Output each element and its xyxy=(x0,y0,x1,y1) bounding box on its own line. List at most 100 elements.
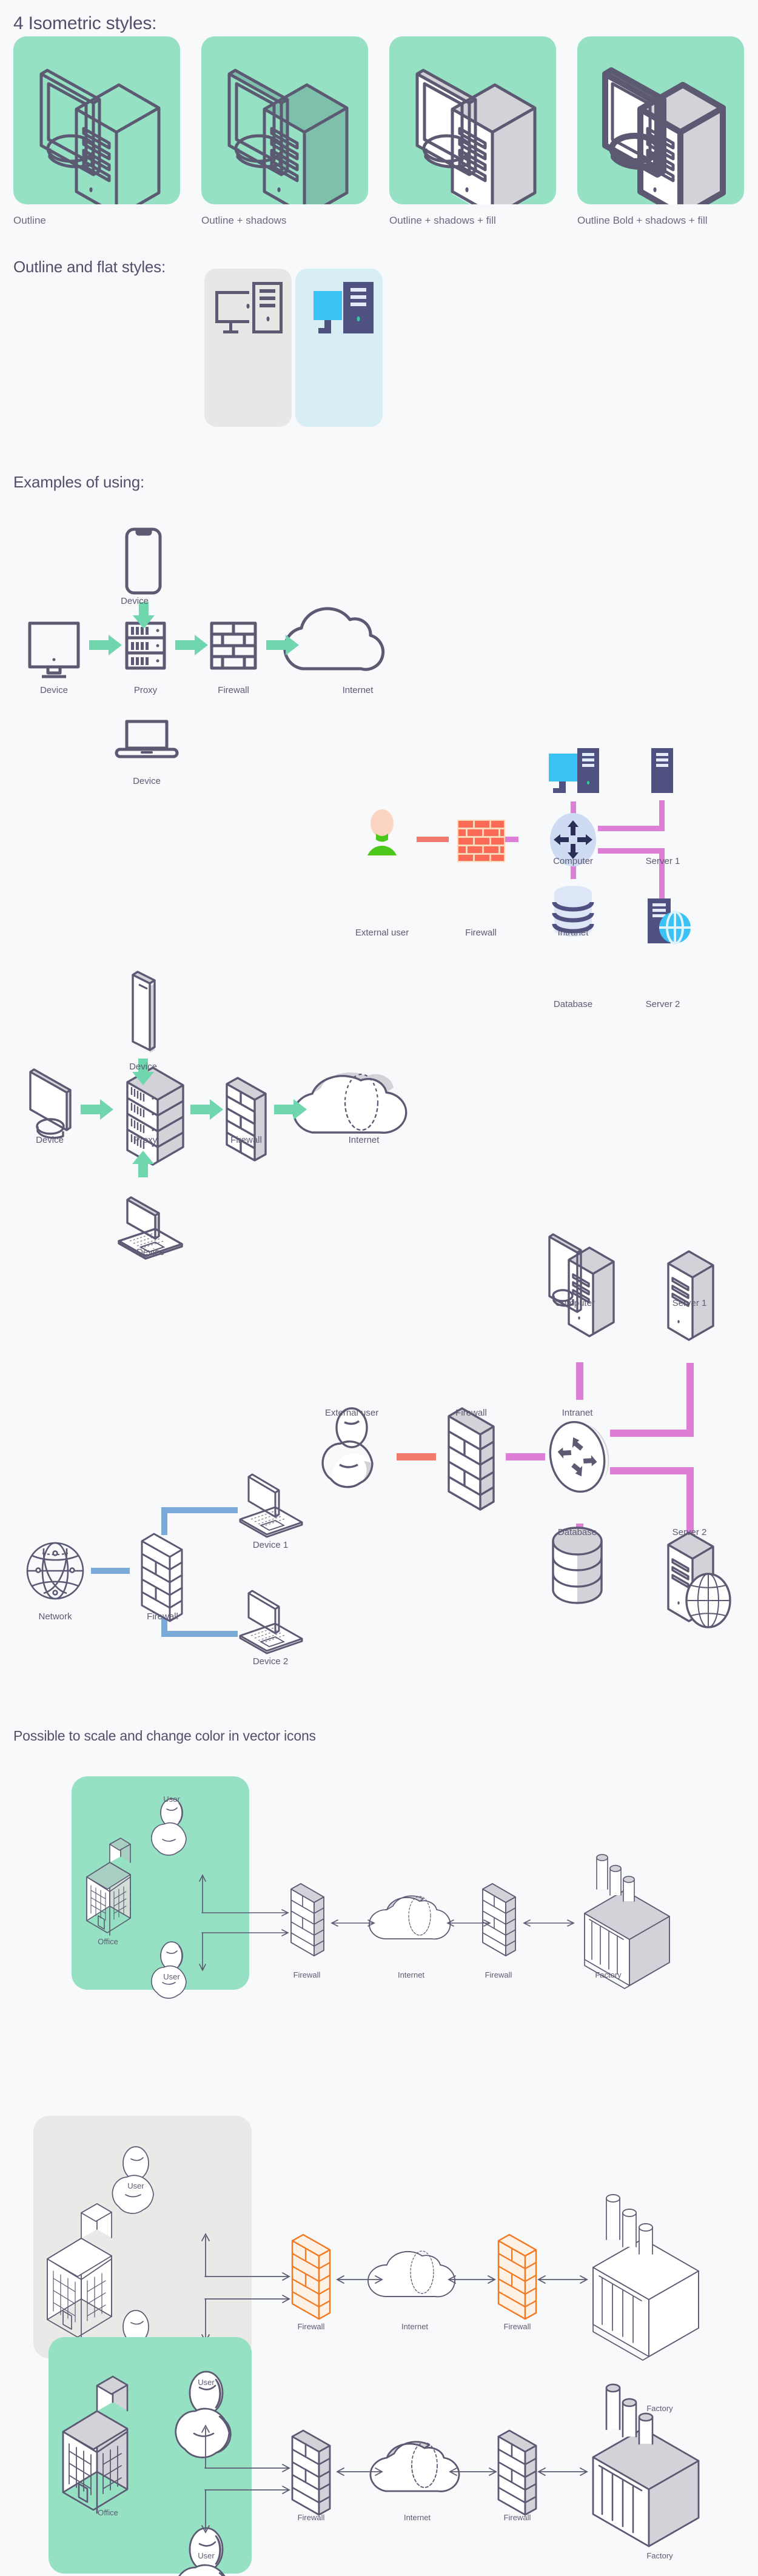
label-iso-device-monitor: Device xyxy=(36,1135,64,1145)
flat-computer-color-icon xyxy=(314,282,374,333)
link-network-firewall xyxy=(91,1568,130,1574)
label-flat-proxy: Proxy xyxy=(133,685,158,695)
iso-firewall-2-icon xyxy=(497,2429,537,2516)
power-led-icon xyxy=(89,187,93,192)
iso-cloud-icon xyxy=(293,1072,408,1134)
iso-firewall-1-icon xyxy=(291,2429,331,2516)
label-flat-firewall-2: Firewall xyxy=(465,928,497,938)
label-flat-database: Database xyxy=(553,999,593,1009)
diagram-flat-intranet xyxy=(340,746,758,1000)
label-scale3-firewall-1: Firewall xyxy=(297,2513,325,2522)
label-iso-database: Database xyxy=(557,1527,597,1537)
label-scale1-firewall-1: Firewall xyxy=(293,1970,321,1979)
link-lines xyxy=(417,800,665,904)
iso-office-icon xyxy=(47,2203,112,2341)
label-scale3-office: Office xyxy=(98,2508,118,2517)
label-iso-firewall: Firewall xyxy=(230,1135,262,1145)
iso-network-icon xyxy=(26,1542,84,1600)
link-user-firewall xyxy=(417,837,449,842)
label-scale1-factory: Factory xyxy=(595,1970,622,1979)
label-scale3-internet: Internet xyxy=(403,2513,431,2522)
label-flat-server1: Server 1 xyxy=(645,856,680,866)
scaling-row-large xyxy=(0,2337,758,2576)
flat-style-card-outline[interactable] xyxy=(204,269,292,427)
iso-device-laptop-icon xyxy=(0,1191,218,1260)
iso-style-card-outline-shadows-fill[interactable] xyxy=(389,36,556,204)
iso-office-icon xyxy=(62,2375,129,2514)
label-scale1-internet: Internet xyxy=(397,1970,425,1979)
iso-style-card-bold-shadows-fill[interactable] xyxy=(577,36,744,204)
flat-style-card-color[interactable] xyxy=(295,269,383,427)
iso-server2-icon xyxy=(667,1531,731,1628)
link-user-firewall xyxy=(397,1453,436,1460)
flow-arrow-green xyxy=(89,602,299,655)
label-flat-server2: Server 2 xyxy=(645,999,680,1009)
label-scale3-user-bottom: User xyxy=(198,2551,215,2560)
heading-scaling: Possible to scale and change color in ve… xyxy=(13,1728,316,1744)
iso-internet-icon xyxy=(367,2250,455,2298)
iso-user-bottom-icon xyxy=(151,1941,187,1999)
flat-computer-outline-icon xyxy=(215,282,283,333)
label-iso-firewall-3: Firewall xyxy=(147,1611,178,1622)
iso-internet-icon xyxy=(369,1895,451,1940)
power-led-icon xyxy=(653,187,657,192)
label-flat-firewall: Firewall xyxy=(218,685,249,695)
isometric-computer-outline-shadows-fill-icon xyxy=(415,69,537,204)
label-iso-intranet: Intranet xyxy=(562,1408,593,1418)
label-scale1-office: Office xyxy=(98,1937,118,1946)
iso-style-caption-outline-shadows-fill: Outline + shadows + fill xyxy=(389,215,496,226)
heading-examples: Examples of using: xyxy=(13,473,145,491)
iso-firewall-1-icon xyxy=(290,1883,324,1956)
label-scale1-user-bottom: User xyxy=(163,1972,180,1981)
label-iso-external-user: External user xyxy=(324,1408,379,1418)
iso-firewall-1-icon xyxy=(291,2233,331,2320)
label-iso-computer: Computer xyxy=(555,1298,595,1308)
label-iso-proxy: Proxy xyxy=(133,1135,158,1145)
link-server1-intranet xyxy=(598,800,665,831)
iso-factory-icon xyxy=(584,1854,670,1989)
label-iso-network: Network xyxy=(38,1611,72,1622)
label-iso-server1: Server 1 xyxy=(672,1298,707,1308)
label-scale2-firewall-2: Firewall xyxy=(503,2322,531,2331)
iso-style-card-outline-shadows[interactable] xyxy=(201,36,368,204)
link-lines xyxy=(397,1362,694,1561)
label-scale1-firewall-2: Firewall xyxy=(485,1970,512,1979)
iso-firewall-icon xyxy=(226,1077,267,1162)
link-computer-intranet xyxy=(576,1362,583,1400)
heading-flat-styles: Outline and flat styles: xyxy=(13,258,166,276)
iso-style-caption-bold-shadows-fill: Outline Bold + shadows + fill xyxy=(577,215,708,226)
diagram-iso-intranet xyxy=(303,1219,758,1628)
iso-office-icon xyxy=(86,1838,131,1936)
link-firewall-intranet xyxy=(506,1453,545,1460)
iso-laptop-device2-icon xyxy=(239,1590,303,1654)
label-iso-internet: Internet xyxy=(348,1135,380,1145)
label-flat-device-laptop: Device xyxy=(133,776,161,786)
label-flat-device-monitor: Device xyxy=(40,685,68,695)
iso-style-caption-outline-shadows: Outline + shadows xyxy=(201,215,287,226)
label-flat-device-phone: Device xyxy=(121,596,149,606)
iso-server1-icon xyxy=(667,1250,714,1341)
iso-internet-icon xyxy=(369,2441,460,2492)
link-server1-intranet xyxy=(610,1363,694,1437)
label-scale1-user-top: User xyxy=(163,1795,180,1804)
iso-user-top-icon xyxy=(151,1798,187,1856)
iso-intranet-icon xyxy=(549,1420,609,1493)
iso-style-card-outline[interactable] xyxy=(13,36,180,204)
flow-arrow-green xyxy=(81,1059,307,1177)
label-scale2-firewall-1: Firewall xyxy=(297,2322,325,2331)
iso-user-top-icon xyxy=(112,2146,154,2214)
iso-firewall-2-icon xyxy=(497,2233,537,2320)
label-scale3-user-top: User xyxy=(198,2378,215,2387)
label-scale2-internet: Internet xyxy=(401,2322,429,2331)
iso-style-caption-outline: Outline xyxy=(13,215,46,226)
iso-database-icon xyxy=(552,1527,603,1604)
diagram-iso-proxy xyxy=(0,970,424,1177)
isometric-computer-outline-shadows-icon xyxy=(227,69,349,204)
flat-server1-icon xyxy=(651,748,673,793)
iso-factory-icon xyxy=(592,2383,700,2548)
flat-external-user-icon xyxy=(367,809,397,855)
label-flat-intranet: Intranet xyxy=(557,928,589,938)
label-flat-external-user: External user xyxy=(355,928,409,938)
label-scale2-user-top: User xyxy=(127,2181,144,2190)
iso-computer-icon xyxy=(548,1233,615,1337)
